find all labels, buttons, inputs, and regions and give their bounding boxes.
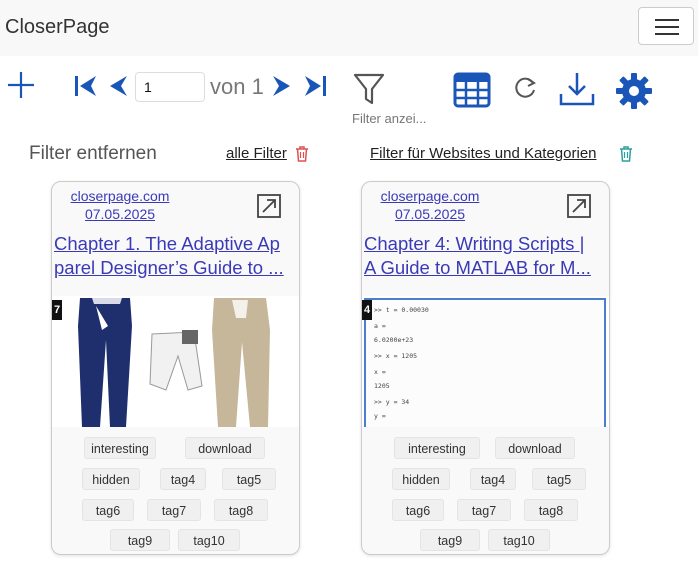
trash-icon[interactable]: [619, 146, 633, 162]
card-title-link[interactable]: Chapter 4: Writing Scripts | A Guide to …: [364, 232, 607, 280]
first-page-icon[interactable]: [74, 75, 98, 97]
matlab-line: >> x = 1205: [374, 352, 418, 360]
matlab-line: 1205: [374, 382, 390, 390]
card-index-badge: 7: [52, 300, 62, 320]
hamburger-icon-line: [655, 26, 679, 28]
plus-icon[interactable]: [6, 70, 36, 100]
refresh-icon[interactable]: [512, 75, 538, 101]
matlab-line: a =: [374, 322, 386, 330]
card-title-line: parel Designer’s Guide to ...: [54, 257, 284, 278]
matlab-line: y =: [374, 412, 386, 420]
card-domain-link[interactable]: closerpage.com: [362, 188, 498, 204]
tag-chip[interactable]: tag8: [214, 499, 268, 521]
grid-view-icon[interactable]: [453, 72, 491, 108]
hamburger-icon-line: [655, 33, 679, 35]
tag-chip[interactable]: interesting: [394, 437, 480, 459]
card-date: 07.05.2025: [394, 206, 466, 222]
tag-chip[interactable]: tag9: [110, 529, 170, 551]
card-title-line: Chapter 1. The Adaptive Ap: [54, 233, 280, 254]
matlab-line: 6.0200e+23: [374, 336, 414, 344]
tag-chip[interactable]: tag7: [457, 499, 511, 521]
open-external-icon[interactable]: [566, 193, 592, 219]
tag-chip[interactable]: tag4: [160, 468, 206, 490]
bookmark-card[interactable]: closerpage.com 07.05.2025 Chapter 1. The…: [51, 181, 300, 555]
top-navbar: CloserPage: [0, 0, 698, 56]
tag-chip[interactable]: tag5: [222, 468, 276, 490]
tag-chip[interactable]: tag6: [392, 499, 444, 521]
tag-chip[interactable]: download: [185, 437, 265, 459]
matlab-line: x =: [374, 368, 386, 376]
filter-caption: Filter anzei...: [352, 111, 427, 126]
page-total-label: von 1: [210, 74, 264, 99]
card-title-link[interactable]: Chapter 1. The Adaptive Ap parel Designe…: [54, 232, 297, 280]
bookmark-card[interactable]: closerpage.com 07.05.2025 Chapter 4: Wri…: [361, 181, 610, 555]
tag-chip[interactable]: tag7: [147, 499, 201, 521]
hamburger-menu-button[interactable]: [638, 7, 694, 45]
next-page-icon[interactable]: [272, 75, 292, 97]
trash-icon[interactable]: [295, 146, 309, 162]
websites-categories-filter-link[interactable]: Filter für Websites und Kategorien: [370, 145, 597, 162]
matlab-line: >> y = 34: [374, 398, 410, 406]
last-page-icon[interactable]: [303, 75, 327, 97]
tag-chip[interactable]: download: [495, 437, 575, 459]
matlab-window: [364, 298, 606, 427]
hamburger-icon-line: [655, 19, 679, 21]
all-filters-link[interactable]: alle Filter: [226, 145, 287, 162]
funnel-icon[interactable]: [353, 72, 385, 106]
tag-chip[interactable]: interesting: [84, 437, 156, 459]
matlab-line: >> t = 0.00030: [374, 306, 429, 314]
page-number-input[interactable]: [135, 72, 205, 102]
open-external-icon[interactable]: [256, 193, 282, 219]
card-date: 07.05.2025: [84, 206, 156, 222]
tag-chip[interactable]: hidden: [392, 468, 450, 490]
card-title-line: A Guide to MATLAB for M...: [364, 257, 591, 278]
card-thumbnail[interactable]: >> t = 0.00030 a = 6.0200e+23 >> x = 120…: [362, 296, 609, 427]
trousers-illustration: [52, 296, 299, 427]
tag-chip[interactable]: tag9: [420, 529, 480, 551]
tag-chip[interactable]: tag10: [178, 529, 240, 551]
tag-chip[interactable]: tag4: [470, 468, 516, 490]
tag-chip[interactable]: tag8: [524, 499, 578, 521]
tag-chip[interactable]: tag10: [488, 529, 550, 551]
gear-icon[interactable]: [615, 72, 653, 110]
tag-chip[interactable]: tag5: [532, 468, 586, 490]
card-title-line: Chapter 4: Writing Scripts |: [364, 233, 585, 254]
card-domain-link[interactable]: closerpage.com: [52, 188, 188, 204]
tag-chip[interactable]: hidden: [82, 468, 140, 490]
prev-page-icon[interactable]: [108, 75, 128, 97]
remove-filter-label: Filter entfernen: [29, 143, 157, 164]
tag-chip[interactable]: tag6: [82, 499, 134, 521]
app-title[interactable]: CloserPage: [5, 16, 110, 39]
card-index-badge: 4: [362, 300, 372, 320]
card-thumbnail[interactable]: [52, 296, 299, 427]
download-icon[interactable]: [558, 70, 596, 108]
